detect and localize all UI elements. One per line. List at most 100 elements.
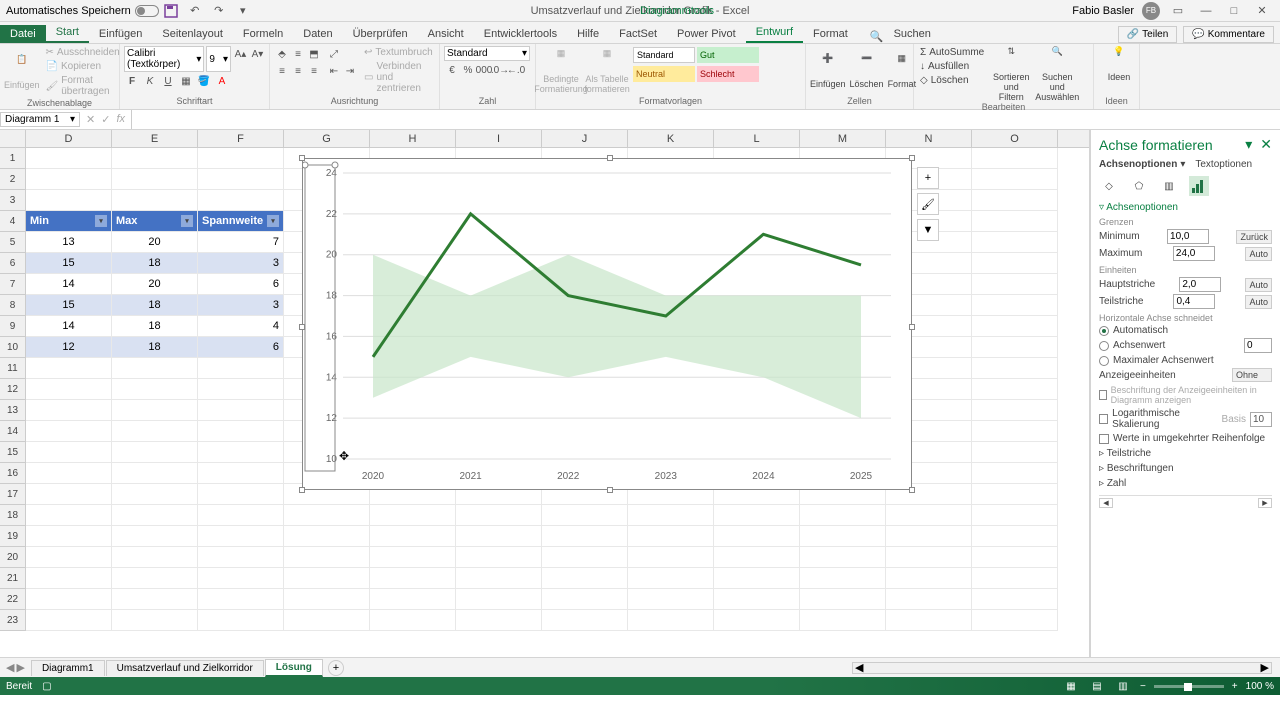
maximize-icon[interactable]: □	[1224, 2, 1244, 20]
align-center-icon[interactable]: ≡	[290, 63, 306, 79]
cell[interactable]	[112, 589, 198, 610]
cell[interactable]	[886, 526, 972, 547]
tab-start[interactable]: Start	[46, 23, 89, 43]
cell[interactable]: 13	[26, 232, 112, 253]
row-header[interactable]: 10	[0, 337, 26, 358]
row-header[interactable]: 14	[0, 421, 26, 442]
tab-insert[interactable]: Einfügen	[89, 25, 152, 43]
close-icon[interactable]: ✕	[1252, 2, 1272, 20]
cell[interactable]: 7	[198, 232, 284, 253]
size-icon[interactable]: ▥	[1159, 176, 1179, 196]
cell[interactable]	[370, 610, 456, 631]
cell[interactable]	[112, 442, 198, 463]
border-icon[interactable]: ▦	[178, 73, 194, 89]
cell[interactable]	[800, 568, 886, 589]
row-header[interactable]: 4	[0, 211, 26, 232]
row-header[interactable]: 20	[0, 547, 26, 568]
delete-cells-button[interactable]: ➖Löschen	[850, 46, 884, 96]
row-header[interactable]: 3	[0, 190, 26, 211]
tab-file[interactable]: Datei	[0, 25, 46, 43]
cell[interactable]	[284, 547, 370, 568]
effects-icon[interactable]: ⬠	[1129, 176, 1149, 196]
cell[interactable]: Min▾	[26, 211, 112, 232]
section-ticks[interactable]: ▹ Teilstriche	[1099, 448, 1272, 459]
cell[interactable]	[26, 505, 112, 526]
row-header[interactable]: 11	[0, 358, 26, 379]
cell[interactable]	[972, 610, 1058, 631]
row-header[interactable]: 19	[0, 526, 26, 547]
cell[interactable]	[714, 589, 800, 610]
minimize-icon[interactable]: —	[1196, 2, 1216, 20]
autosum-button[interactable]: Σ AutoSumme	[918, 46, 986, 59]
indent-right-icon[interactable]: ⇥	[342, 63, 358, 79]
cell[interactable]	[972, 400, 1058, 421]
cell[interactable]	[800, 547, 886, 568]
cell[interactable]	[542, 610, 628, 631]
cell[interactable]	[542, 547, 628, 568]
cell[interactable]	[26, 358, 112, 379]
cell[interactable]	[628, 610, 714, 631]
cell[interactable]	[26, 463, 112, 484]
row-header[interactable]: 1	[0, 148, 26, 169]
share-button[interactable]: 🔗 Teilen	[1118, 26, 1178, 43]
cell[interactable]	[198, 421, 284, 442]
cell[interactable]	[198, 358, 284, 379]
page-layout-icon[interactable]: ▤	[1088, 679, 1106, 693]
cell[interactable]	[628, 589, 714, 610]
italic-icon[interactable]: K	[142, 73, 158, 89]
cell[interactable]	[198, 526, 284, 547]
pane-dropdown-icon[interactable]: ▾	[1245, 136, 1252, 153]
row-header[interactable]: 21	[0, 568, 26, 589]
cell[interactable]	[972, 568, 1058, 589]
cell[interactable]: 4	[198, 316, 284, 337]
tab-formulas[interactable]: Formeln	[233, 25, 293, 43]
tab-data[interactable]: Daten	[293, 25, 342, 43]
clear-button[interactable]: ◇ Löschen	[918, 74, 986, 87]
row-header[interactable]: 8	[0, 295, 26, 316]
cell[interactable]	[972, 211, 1058, 232]
log-scale-check[interactable]: Logarithmische SkalierungBasis	[1099, 408, 1272, 430]
cell[interactable]	[112, 505, 198, 526]
cell[interactable]	[972, 274, 1058, 295]
normal-view-icon[interactable]: ▦	[1062, 679, 1080, 693]
qat-dropdown-icon[interactable]: ▾	[235, 3, 251, 19]
sort-filter-button[interactable]: ⇅Sortieren und Filtern	[990, 46, 1032, 102]
formula-input[interactable]	[131, 110, 1280, 129]
number-format-combo[interactable]: Standard▾	[444, 46, 530, 61]
cell[interactable]	[112, 379, 198, 400]
cell[interactable]	[198, 169, 284, 190]
avatar[interactable]: FB	[1142, 2, 1160, 20]
orientation-icon[interactable]: ⤢	[326, 46, 342, 62]
cell[interactable]	[370, 568, 456, 589]
cell[interactable]	[112, 526, 198, 547]
chart-object[interactable]: 1012141618202224202020212022202320242025…	[302, 158, 912, 490]
tab-help[interactable]: Hilfe	[567, 25, 609, 43]
cell[interactable]	[112, 568, 198, 589]
cell[interactable]: 14	[26, 274, 112, 295]
radio-axis-value[interactable]: Achsenwert	[1099, 338, 1272, 353]
col-header[interactable]: M	[800, 130, 886, 147]
cell[interactable]	[972, 190, 1058, 211]
cell[interactable]	[972, 379, 1058, 400]
row-header[interactable]: 17	[0, 484, 26, 505]
minor-unit-input[interactable]	[1173, 294, 1215, 309]
cell[interactable]	[198, 148, 284, 169]
ribbon-display-icon[interactable]: ▭	[1168, 2, 1188, 20]
cell[interactable]	[26, 442, 112, 463]
cell[interactable]	[112, 190, 198, 211]
bold-icon[interactable]: F	[124, 73, 140, 89]
row-header[interactable]: 16	[0, 463, 26, 484]
macro-record-icon[interactable]: ▢	[42, 681, 51, 692]
style-gut[interactable]: Gut	[697, 47, 759, 63]
cell[interactable]	[284, 505, 370, 526]
cell[interactable]	[886, 505, 972, 526]
underline-icon[interactable]: U	[160, 73, 176, 89]
cell[interactable]	[972, 295, 1058, 316]
sheet-tab[interactable]: Diagramm1	[31, 660, 105, 676]
zoom-in-icon[interactable]: +	[1232, 681, 1238, 692]
align-bottom-icon[interactable]: ⬒	[306, 46, 322, 62]
search-icon[interactable]: 🔍	[870, 30, 884, 43]
pane-scroll-right[interactable]: ▶	[1258, 498, 1272, 508]
row-header[interactable]: 6	[0, 253, 26, 274]
col-header[interactable]: G	[284, 130, 370, 147]
